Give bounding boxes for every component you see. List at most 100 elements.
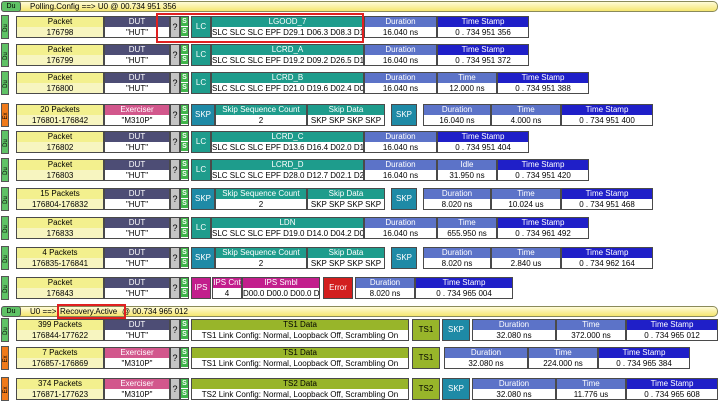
unknown-field[interactable]: ? — [170, 217, 180, 239]
time-delta-header: Time — [438, 218, 496, 228]
packet-number[interactable]: 374 Packets 176871-177623 — [16, 378, 104, 400]
state-banner-recovery[interactable]: Du U0 ==> Recovery.Active @ 00.734 965 0… — [0, 306, 720, 317]
time-delta: Time 2.840 us — [491, 247, 561, 269]
packet-number[interactable]: 399 Packets 176844-177622 — [16, 319, 104, 341]
packet-number[interactable]: Packet 176799 — [16, 44, 104, 66]
packet-row[interactable]: Du Packet 176802 DUT "HUT"? S S LC LCRD_C SLC SLC… — [0, 130, 720, 154]
unknown-field[interactable]: ? — [170, 104, 180, 126]
packet-row[interactable]: Ex 374 Packets 176871-177623 Exerciser "M310… — [0, 377, 720, 401]
skip-sequence-count-value: 2 — [216, 199, 306, 209]
duration-header: Duration — [424, 105, 490, 115]
packet-row[interactable]: Du 4 Packets 176835-176841 DUT "HUT"? S S SKP Sk… — [0, 246, 720, 270]
dut-source[interactable]: DUT "HUT" — [104, 277, 170, 299]
packet-row[interactable]: Ex 20 Packets 176801-176842 Exerciser "M310P… — [0, 103, 720, 127]
ts-data[interactable]: TS2 Data TS2 Link Config: Normal, Loopbac… — [191, 378, 409, 400]
skip-sequence-count-value: 2 — [216, 258, 306, 268]
unknown-field[interactable]: ? — [170, 159, 180, 181]
time-stamp-header: Time Stamp — [438, 132, 528, 142]
link-command[interactable]: LCRD_C SLC SLC SLC EPF D13.6 D16.4 D02.0 … — [211, 131, 364, 153]
packet-row[interactable]: Du Packet 176798 DUT "HUT"? S S LC LGOOD_7 SLC SL… — [0, 15, 720, 39]
ips-count[interactable]: IPS Cnt 4 — [212, 277, 242, 299]
time-delta-value: 372.000 ns — [557, 330, 625, 340]
dut-source-value: "HUT" — [105, 27, 169, 37]
packet-number[interactable]: 15 Packets 176804-176832 — [16, 188, 104, 210]
link-command[interactable]: LCRD_D SLC SLC SLC EPF D28.0 D12.7 D02.1 … — [211, 159, 364, 181]
packet-number[interactable]: Packet 176798 — [16, 16, 104, 38]
unknown-field[interactable]: ? — [170, 72, 180, 94]
skip-sequence-count[interactable]: Skip Sequence Count 2 — [215, 104, 307, 126]
time-stamp-value: 0 . 734 965 608 — [627, 389, 717, 399]
unknown-field[interactable]: ? — [170, 277, 180, 299]
time-stamp: Time Stamp 0 . 734 965 608 — [626, 378, 718, 400]
link-command[interactable]: LCRD_B SLC SLC SLC EPF D21.0 D19.6 D02.4 … — [211, 72, 364, 94]
dut-source[interactable]: DUT "HUT" — [104, 188, 170, 210]
duration-value: 16.040 ns — [424, 115, 490, 125]
ts-data-value: TS1 Link Config: Normal, Loopback Off, S… — [192, 358, 408, 368]
skip-data[interactable]: Skip Data SKP SKP SKP SKP — [307, 247, 385, 269]
packet-row[interactable]: Du Packet 176800 DUT "HUT"? S S LC LCRD_B SLC SLC… — [0, 71, 720, 95]
packet-row[interactable]: Du Packet 176843 DUT "HUT"? S S IPS IPS Cnt 4 IPS … — [0, 276, 720, 300]
skip-data-value: SKP SKP SKP SKP — [308, 199, 384, 209]
dut-source[interactable]: DUT "HUT" — [104, 131, 170, 153]
exerciser-source[interactable]: Exerciser "M310P" — [104, 104, 170, 126]
time-stamp-value: 0 . 734 965 012 — [627, 330, 717, 340]
exerciser-source[interactable]: Exerciser "M310P" — [104, 347, 170, 369]
skip-data[interactable]: Skip Data SKP SKP SKP SKP — [307, 188, 385, 210]
sync-s-top: S — [181, 160, 188, 170]
unknown-field[interactable]: ? — [170, 247, 180, 269]
error-badge[interactable]: Error — [323, 277, 353, 299]
packet-number[interactable]: 20 Packets 176801-176842 — [16, 104, 104, 126]
packet-row[interactable]: Du Packet 176803 DUT "HUT"? S S LC LCRD_D SLC SLC… — [0, 158, 720, 182]
dut-source[interactable]: DUT "HUT" — [104, 217, 170, 239]
link-command[interactable]: LCRD_A SLC SLC SLC EPF D19.2 D09.2 D26.5 … — [211, 44, 364, 66]
state-banner-polling[interactable]: Du Polling.Config ==> U0 @ 00.734 951 35… — [0, 1, 720, 12]
unknown-field[interactable]: ? — [170, 16, 180, 38]
unknown-field[interactable]: ? — [170, 319, 180, 341]
packet-number[interactable]: Packet 176802 — [16, 131, 104, 153]
time-stamp: Time Stamp 0 . 734 951 388 — [497, 72, 589, 94]
time-stamp-value: 0 . 734 951 404 — [438, 142, 528, 152]
dut-source[interactable]: DUT "HUT" — [104, 319, 170, 341]
packet-number-header: 7 Packets — [17, 348, 103, 358]
packet-number[interactable]: Packet 176803 — [16, 159, 104, 181]
sync-s-bottom: S — [181, 228, 188, 238]
packet-number[interactable]: Packet 176833 — [16, 217, 104, 239]
unknown-field[interactable]: ? — [170, 131, 180, 153]
dut-source-header: DUT — [105, 160, 169, 170]
link-command[interactable]: LGOOD_7 SLC SLC SLC EPF D29.1 D06.3 D08.3… — [211, 16, 364, 38]
packet-number[interactable]: 4 Packets 176835-176841 — [16, 247, 104, 269]
unknown-field[interactable]: ? — [170, 347, 180, 369]
direction-label: Du — [3, 167, 9, 175]
skip-sequence-count[interactable]: Skip Sequence Count 2 — [215, 188, 307, 210]
skip-sequence-count[interactable]: Skip Sequence Count 2 — [215, 247, 307, 269]
dut-source[interactable]: DUT "HUT" — [104, 159, 170, 181]
sync-status: SS — [180, 378, 189, 400]
packet-number[interactable]: Packet 176800 — [16, 72, 104, 94]
packet-number[interactable]: Packet 176843 — [16, 277, 104, 299]
exerciser-source[interactable]: Exerciser "M310P" — [104, 378, 170, 400]
ts-data[interactable]: TS1 Data TS1 Link Config: Normal, Loopbac… — [191, 319, 409, 341]
dut-source[interactable]: DUT "HUT" — [104, 72, 170, 94]
time-stamp: Time Stamp 0 . 734 951 400 — [561, 104, 653, 126]
packet-row[interactable]: Du Packet 176799 DUT "HUT"? S S LC LCRD_A SLC SLC… — [0, 43, 720, 67]
duration: Duration 8.020 ns — [423, 188, 491, 210]
dut-source[interactable]: DUT "HUT" — [104, 247, 170, 269]
lc-badge: LC — [191, 217, 211, 239]
link-command[interactable]: LDN SLC SLC SLC EPF D19.0 D14.0 D04.2 D09… — [211, 217, 364, 239]
ts-data[interactable]: TS1 Data TS1 Link Config: Normal, Loopbac… — [191, 347, 409, 369]
dut-source[interactable]: DUT "HUT" — [104, 16, 170, 38]
unknown-field[interactable]: ? — [170, 44, 180, 66]
packet-row[interactable]: Du Packet 176833 DUT "HUT"? S S LC LDN SLC SLC SL… — [0, 216, 720, 240]
unknown-field[interactable]: ? — [170, 188, 180, 210]
skip-data[interactable]: Skip Data SKP SKP SKP SKP — [307, 104, 385, 126]
ips-symbols[interactable]: IPS SmblD00.0 D00.0 D00.0 D00.0 — [242, 277, 320, 299]
packet-row[interactable]: Ex 7 Packets 176857-176869 Exerciser "M310P"… — [0, 346, 720, 370]
unknown-field[interactable]: ? — [170, 378, 180, 400]
sync-s-top: S — [181, 189, 188, 199]
ts-badge: TS1 — [412, 319, 440, 341]
packet-row[interactable]: Du 399 Packets 176844-177622 DUT "HUT"? S S TS1… — [0, 318, 720, 342]
packet-row[interactable]: Du 15 Packets 176804-176832 DUT "HUT"? S S SKP S… — [0, 187, 720, 211]
dut-source[interactable]: DUT "HUT" — [104, 44, 170, 66]
skip-data-header: Skip Data — [308, 248, 384, 258]
packet-number[interactable]: 7 Packets 176857-176869 — [16, 347, 104, 369]
